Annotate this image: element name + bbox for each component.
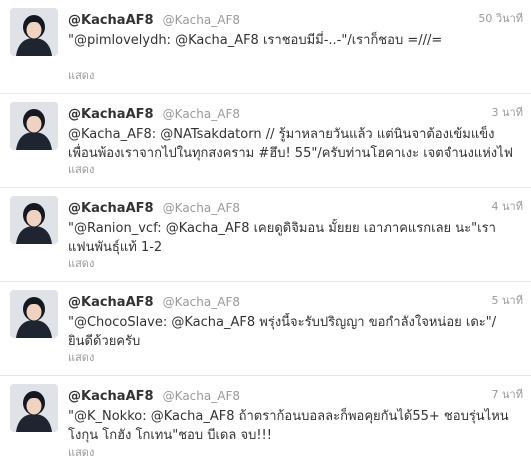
tweet-item: @KachaAF8 @Kacha_AF8 4 นาที "@Ranion_vcf… (0, 188, 531, 282)
tweet-header: @KachaAF8 @Kacha_AF8 (68, 104, 519, 122)
show-link[interactable]: แสดง (68, 254, 94, 272)
tweet-header: @KachaAF8 @Kacha_AF8 (68, 292, 519, 310)
avatar[interactable] (10, 8, 58, 56)
display-name[interactable]: @KachaAF8 (68, 13, 154, 28)
tweet-item: @KachaAF8 @Kacha_AF8 5 นาที "@ChocoSlave… (0, 282, 531, 376)
tweet-item: @KachaAF8 @Kacha_AF8 3 นาที @Kacha_AF8: … (0, 94, 531, 188)
tweet-header: @KachaAF8 @Kacha_AF8 (68, 386, 519, 404)
tweet-item: @KachaAF8 @Kacha_AF8 7 นาที "@K_Nokko: @… (0, 376, 531, 470)
tweet-item: @KachaAF8 @Kacha_AF8 50 วินาที "@pimlove… (0, 0, 531, 94)
username[interactable]: @Kacha_AF8 (163, 201, 240, 215)
avatar[interactable] (10, 196, 58, 244)
show-link[interactable]: แสดง (68, 160, 94, 178)
tweet-text: "@ChocoSlave: @Kacha_AF8 พรุ่งนี้จะรับปร… (68, 315, 497, 349)
tweet-text: @Kacha_AF8: @NATsakdatorn // รู้มาหลายวั… (68, 127, 513, 161)
display-name[interactable]: @KachaAF8 (68, 295, 154, 310)
timestamp[interactable]: 3 นาที (492, 104, 523, 122)
display-name[interactable]: @KachaAF8 (68, 201, 154, 216)
tweet-text: "@pimlovelydh: @Kacha_AF8 เราชอบมีมี่-..… (68, 33, 443, 48)
avatar[interactable] (10, 102, 58, 150)
tweet-text: "@K_Nokko: @Kacha_AF8 ถ้าตราก้อนบอลละก็พ… (68, 409, 509, 443)
display-name[interactable]: @KachaAF8 (68, 107, 154, 122)
tweet-text: "@Ranion_vcf: @Kacha_AF8 เคยดูดิจิมอน มั… (68, 221, 496, 255)
tweet-header: @KachaAF8 @Kacha_AF8 (68, 10, 519, 28)
show-link[interactable]: แสดง (68, 443, 94, 461)
username[interactable]: @Kacha_AF8 (163, 295, 240, 309)
show-link[interactable]: แสดง (68, 348, 94, 366)
username[interactable]: @Kacha_AF8 (163, 13, 240, 27)
timestamp[interactable]: 5 นาที (492, 292, 523, 310)
username[interactable]: @Kacha_AF8 (163, 389, 240, 403)
timestamp[interactable]: 50 วินาที (478, 10, 523, 28)
tweet-feed: @KachaAF8 @Kacha_AF8 50 วินาที "@pimlove… (0, 0, 531, 470)
timestamp[interactable]: 7 นาที (492, 386, 523, 404)
username[interactable]: @Kacha_AF8 (163, 107, 240, 121)
display-name[interactable]: @KachaAF8 (68, 389, 154, 404)
avatar[interactable] (10, 290, 58, 338)
avatar[interactable] (10, 384, 58, 432)
show-link[interactable]: แสดง (68, 66, 94, 84)
timestamp[interactable]: 4 นาที (492, 198, 523, 216)
tweet-header: @KachaAF8 @Kacha_AF8 (68, 198, 519, 216)
